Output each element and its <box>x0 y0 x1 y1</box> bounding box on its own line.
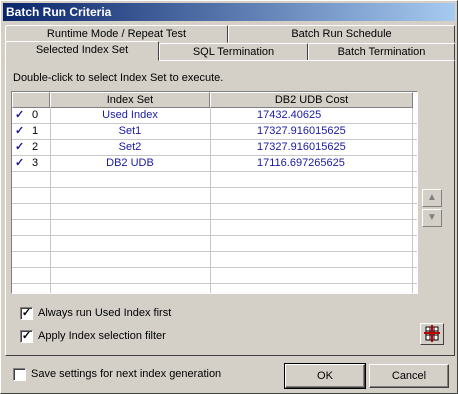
empty-row <box>12 252 417 268</box>
cost-value: 17432.40625 <box>257 109 322 121</box>
cost-value: 17327.916015625 <box>257 125 346 137</box>
grid-corner-header <box>12 92 50 108</box>
column-header-index-set[interactable]: Index Set <box>50 92 210 108</box>
column-header-cost[interactable]: DB2 UDB Cost <box>210 92 413 108</box>
tab-label: Batch Run Schedule <box>291 28 392 40</box>
empty-row <box>12 220 417 236</box>
table-row[interactable]: ✓ 0 Used Index 17432.40625 <box>12 108 417 124</box>
tab-label: Batch Termination <box>337 46 426 58</box>
empty-row <box>12 268 417 284</box>
table-row[interactable]: ✓ 2 Set2 17327.916015625 <box>12 140 417 156</box>
row-number: 1 <box>32 125 39 137</box>
cost-value: 17116.697265625 <box>257 157 345 169</box>
down-arrow-icon[interactable]: ▼ <box>422 209 442 227</box>
empty-row <box>12 172 417 188</box>
window-title: Batch Run Criteria <box>6 5 112 19</box>
row-number: 3 <box>32 157 39 169</box>
empty-row <box>12 188 417 204</box>
tab-label: Runtime Mode / Repeat Test <box>46 28 187 40</box>
index-set-name: Set2 <box>118 141 142 153</box>
table-row[interactable]: ✓ 3 DB2 UDB 17116.697265625 <box>12 156 417 172</box>
ok-button[interactable]: OK <box>284 363 366 389</box>
cost-value: 17327.916015625 <box>257 141 346 153</box>
row-check-icon: ✓ <box>15 157 25 169</box>
index-set-name: DB2 UDB <box>106 157 154 169</box>
hint-text: Double-click to select Index Set to exec… <box>13 72 224 84</box>
row-number: 0 <box>32 109 39 121</box>
grid-filter-icon <box>424 325 440 342</box>
save-settings-checkbox[interactable] <box>13 368 26 381</box>
row-check-icon: ✓ <box>15 141 25 153</box>
apply-filter-label: Apply Index selection filter <box>38 330 166 342</box>
tab-selected-index-set[interactable]: Selected Index Set <box>5 41 159 61</box>
tab-batch-run-schedule[interactable]: Batch Run Schedule <box>228 25 455 43</box>
tab-batch-termination[interactable]: Batch Termination <box>308 43 455 61</box>
always-run-checkbox[interactable]: ✓ <box>20 307 33 320</box>
dialog-window: Batch Run Criteria Runtime Mode / Repeat… <box>0 0 458 394</box>
row-check-icon: ✓ <box>15 125 25 137</box>
up-arrow-icon[interactable]: ▲ <box>422 189 442 207</box>
tab-label: Selected Index Set <box>35 44 129 56</box>
filter-button[interactable] <box>420 323 444 345</box>
tab-label: SQL Termination <box>192 46 275 58</box>
empty-row <box>12 204 417 220</box>
cancel-button[interactable]: Cancel <box>369 364 449 388</box>
apply-filter-checkbox[interactable]: ✓ <box>20 330 33 343</box>
tab-sql-termination[interactable]: SQL Termination <box>159 43 308 61</box>
index-set-grid[interactable]: Index Set DB2 UDB Cost ✓ 0 Used Index 17… <box>11 91 418 294</box>
always-run-label: Always run Used Index first <box>38 307 172 319</box>
index-set-name: Set1 <box>118 125 142 137</box>
row-number: 2 <box>32 141 39 153</box>
row-check-icon: ✓ <box>15 109 25 121</box>
index-set-name: Used Index <box>102 109 158 121</box>
save-settings-label: Save settings for next index generation <box>31 368 222 380</box>
title-bar[interactable]: Batch Run Criteria <box>3 3 455 21</box>
table-row[interactable]: ✓ 1 Set1 17327.916015625 <box>12 124 417 140</box>
empty-row <box>12 236 417 252</box>
